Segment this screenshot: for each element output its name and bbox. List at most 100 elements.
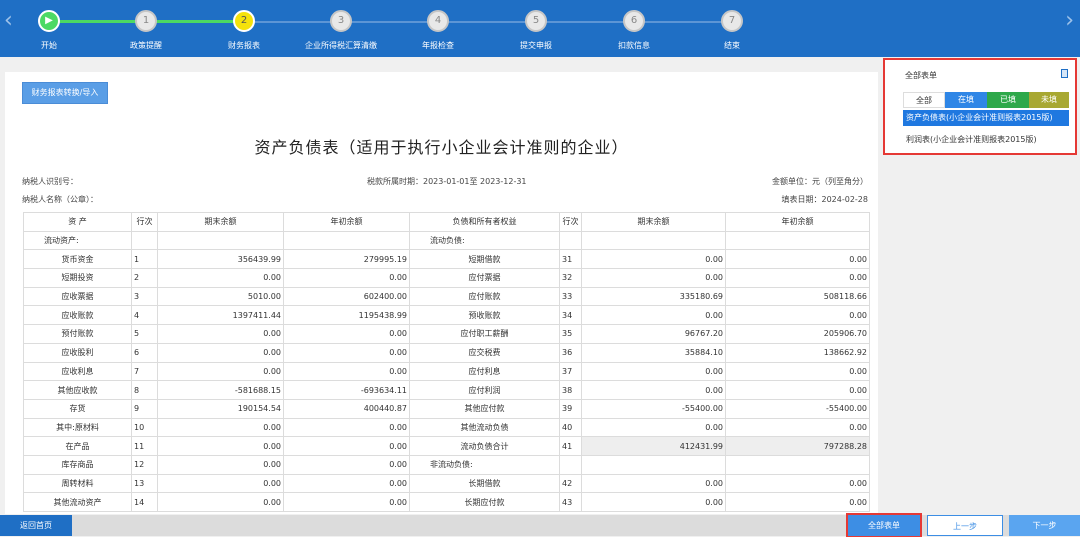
amount-cell[interactable]: 0.00 (725, 492, 870, 512)
amount-cell[interactable] (283, 230, 410, 251)
item-name-cell: 其中:原材料 (23, 417, 132, 438)
amount-cell[interactable]: 412431.99 (581, 436, 726, 456)
table-row: 应收股利 6 0.00 0.00 应交税费 36 35884.10 138662.92 (23, 342, 870, 363)
amount-cell[interactable]: 0.00 (157, 417, 284, 438)
previous-step-button[interactable]: 上一步 (927, 515, 1003, 536)
amount-cell[interactable]: 0.00 (725, 380, 870, 400)
line-number-cell: 5 (131, 324, 158, 344)
amount-cell[interactable]: 190154.54 (157, 398, 284, 419)
amount-cell[interactable] (581, 454, 726, 475)
amount-cell[interactable]: 0.00 (581, 473, 726, 494)
amount-cell[interactable]: 5010.00 (157, 286, 284, 307)
item-name-cell: 其他应付款 (409, 398, 560, 419)
amount-cell[interactable]: 0.00 (283, 492, 410, 512)
step-start[interactable]: ▶ 开始 (0, 10, 99, 51)
step-2[interactable]: 2 财务报表 (194, 10, 294, 51)
item-name-cell: 流动负债合计 (409, 436, 560, 456)
tax-period: 税款所属时期：2023-01-01至 2023-12-31 (367, 177, 527, 186)
item-name-cell: 短期借款 (409, 249, 560, 270)
amount-cell[interactable] (581, 230, 726, 251)
filter-unfilled-tab[interactable]: 未填 (1029, 92, 1069, 108)
amount-cell[interactable]: 0.00 (283, 417, 410, 438)
amount-cell[interactable]: 0.00 (157, 361, 284, 382)
return-home-button[interactable]: 返回首页 (0, 515, 72, 536)
amount-cell[interactable]: 0.00 (725, 305, 870, 326)
line-number-cell: 42 (559, 473, 582, 494)
amount-cell[interactable]: 0.00 (157, 342, 284, 363)
amount-cell[interactable]: 602400.00 (283, 286, 410, 307)
amount-cell[interactable]: 0.00 (725, 249, 870, 270)
table-row: 其他流动资产 14 0.00 0.00 长期应付款 43 0.00 0.00 (23, 492, 870, 512)
amount-cell[interactable]: 0.00 (283, 473, 410, 494)
amount-cell[interactable]: 35884.10 (581, 342, 726, 363)
table-row: 存货 9 190154.54 400440.87 其他应付款 39 -55400.00 -55… (23, 398, 870, 419)
amount-cell[interactable]: 0.00 (581, 380, 726, 400)
step-7[interactable]: 7 结束 (682, 10, 782, 51)
taxpayer-id-label: 纳税人识别号： (22, 177, 78, 186)
line-number-cell: 34 (559, 305, 582, 326)
amount-cell[interactable]: 0.00 (581, 268, 726, 288)
amount-cell[interactable]: 508118.66 (725, 286, 870, 307)
amount-cell[interactable]: 0.00 (157, 324, 284, 344)
amount-cell[interactable]: 205906.70 (725, 324, 870, 344)
amount-cell[interactable]: -55400.00 (725, 398, 870, 419)
amount-cell[interactable]: 0.00 (283, 268, 410, 288)
amount-cell[interactable]: 797288.28 (725, 436, 870, 456)
chevron-right-icon[interactable]: › (1065, 10, 1074, 32)
amount-cell[interactable]: 0.00 (725, 417, 870, 438)
amount-cell[interactable]: 0.00 (725, 361, 870, 382)
table-row: 库存商品 12 0.00 0.00 非流动负债: (23, 454, 870, 475)
amount-cell[interactable]: 0.00 (725, 268, 870, 288)
amount-cell[interactable]: 356439.99 (157, 249, 284, 270)
filter-filling-tab[interactable]: 在填 (945, 92, 987, 108)
filter-filled-tab[interactable]: 已填 (987, 92, 1029, 108)
amount-cell[interactable]: 0.00 (157, 268, 284, 288)
amount-cell[interactable]: 0.00 (581, 492, 726, 512)
amount-cell[interactable]: 0.00 (725, 473, 870, 494)
amount-cell[interactable] (725, 454, 870, 475)
amount-cell[interactable]: 96767.20 (581, 324, 726, 344)
line-number-cell: 4 (131, 305, 158, 326)
amount-cell[interactable]: 0.00 (283, 436, 410, 456)
all-forms-button[interactable]: 全部表单 (846, 513, 922, 537)
import-report-button[interactable]: 财务报表转换/导入 (22, 82, 108, 104)
step-1[interactable]: 1 政策提醒 (96, 10, 196, 51)
line-number-cell: 37 (559, 361, 582, 382)
line-number-cell: 38 (559, 380, 582, 400)
step-3[interactable]: 3 企业所得税汇算清缴 (291, 10, 391, 51)
amount-cell[interactable]: 0.00 (157, 454, 284, 475)
amount-cell[interactable]: -693634.11 (283, 380, 410, 400)
form-item-income-statement[interactable]: 利润表(小企业会计准则报表2015版) (903, 132, 1069, 148)
amount-cell[interactable]: 0.00 (283, 361, 410, 382)
amount-cell[interactable]: 0.00 (581, 361, 726, 382)
amount-cell[interactable] (157, 230, 284, 251)
amount-cell[interactable]: 0.00 (581, 417, 726, 438)
amount-cell[interactable]: 0.00 (581, 249, 726, 270)
amount-cell[interactable]: 335180.69 (581, 286, 726, 307)
step-5[interactable]: 5 提交申报 (486, 10, 586, 51)
item-name-cell: 周转材料 (23, 473, 132, 494)
amount-cell[interactable]: 138662.92 (725, 342, 870, 363)
form-list-title: 全部表单 (905, 71, 937, 80)
amount-cell[interactable]: -55400.00 (581, 398, 726, 419)
document-icon[interactable] (1061, 69, 1068, 78)
amount-cell[interactable]: 0.00 (283, 454, 410, 475)
amount-cell[interactable]: 0.00 (581, 305, 726, 326)
amount-cell[interactable]: -581688.15 (157, 380, 284, 400)
amount-cell[interactable]: 0.00 (283, 324, 410, 344)
amount-cell[interactable]: 0.00 (157, 436, 284, 456)
step-6[interactable]: 6 扣款信息 (584, 10, 684, 51)
step-4[interactable]: 4 年报检查 (388, 10, 488, 51)
amount-cell[interactable]: 1397411.44 (157, 305, 284, 326)
item-name-cell: 非流动负债: (409, 454, 560, 475)
amount-cell[interactable]: 0.00 (157, 492, 284, 512)
next-step-button[interactable]: 下一步 (1009, 515, 1080, 536)
amount-cell[interactable] (725, 230, 870, 251)
amount-cell[interactable]: 0.00 (157, 473, 284, 494)
amount-cell[interactable]: 0.00 (283, 342, 410, 363)
filter-all-tab[interactable]: 全部 (903, 92, 945, 108)
amount-cell[interactable]: 279995.19 (283, 249, 410, 270)
amount-cell[interactable]: 1195438.99 (283, 305, 410, 326)
amount-cell[interactable]: 400440.87 (283, 398, 410, 419)
form-item-balance-sheet[interactable]: 资产负债表(小企业会计准则报表2015版) (903, 110, 1069, 126)
